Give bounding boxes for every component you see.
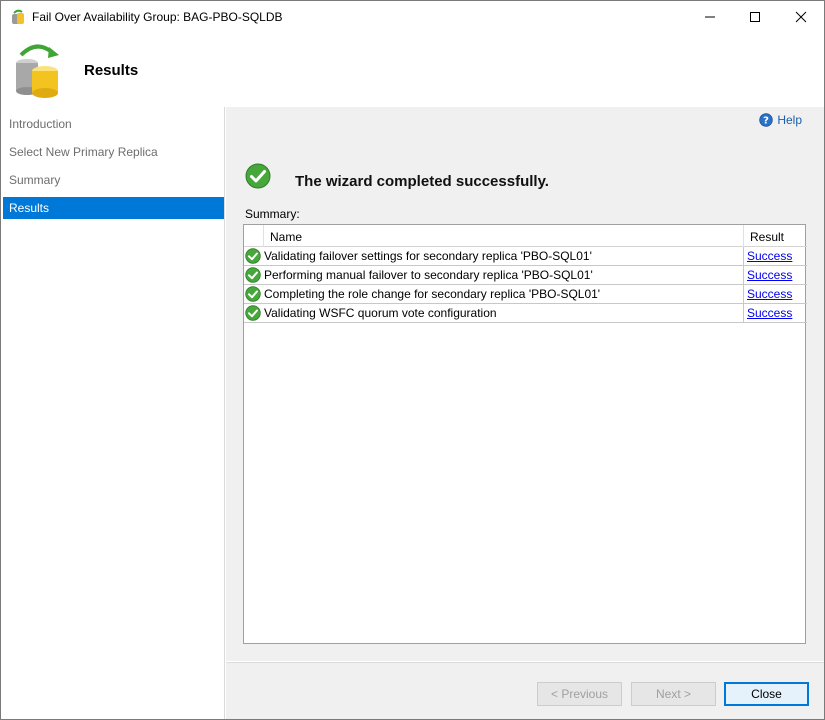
success-message: The wizard completed successfully.	[295, 173, 549, 190]
previous-button[interactable]: < Previous	[537, 682, 622, 706]
results-panel: ? Help The wizard completed successfully…	[226, 107, 824, 661]
results-table: Name Result Validating failover settings…	[243, 224, 807, 644]
help-link[interactable]: ? Help	[759, 113, 802, 127]
success-check-icon	[245, 286, 261, 302]
sidebar-item-select-new-primary-replica[interactable]: Select New Primary Replica	[3, 141, 224, 163]
success-check-icon	[245, 267, 261, 283]
minimize-icon	[705, 16, 715, 17]
table-row: Validating failover settings for seconda…	[244, 247, 807, 266]
row-name: Performing manual failover to secondary …	[264, 268, 593, 282]
sidebar-item-summary[interactable]: Summary	[3, 169, 224, 191]
column-header-result[interactable]: Result	[750, 230, 784, 244]
table-row: Validating WSFC quorum vote configuratio…	[244, 304, 807, 323]
help-label: Help	[777, 113, 802, 127]
column-divider	[743, 225, 744, 247]
close-button[interactable]: Close	[724, 682, 809, 706]
column-divider	[743, 285, 744, 304]
database-failover-icon	[16, 44, 59, 98]
row-result-link[interactable]: Success	[747, 268, 792, 282]
summary-label: Summary:	[245, 207, 300, 221]
svg-text:?: ?	[763, 116, 769, 127]
success-check-icon	[245, 305, 261, 321]
column-divider	[743, 247, 744, 266]
help-icon: ?	[759, 113, 774, 127]
close-window-button[interactable]	[778, 1, 824, 32]
status-column-header	[244, 225, 264, 247]
table-row: Completing the role change for secondary…	[244, 285, 807, 304]
maximize-icon	[750, 11, 760, 22]
column-divider	[743, 304, 744, 323]
table-row: Performing manual failover to secondary …	[244, 266, 807, 285]
row-name: Validating failover settings for seconda…	[264, 249, 592, 263]
table-header: Name Result	[244, 225, 807, 247]
row-name: Completing the role change for secondary…	[264, 287, 601, 301]
button-bar: < Previous Next > Close	[226, 662, 824, 719]
row-result-link[interactable]: Success	[747, 287, 792, 301]
row-result-link[interactable]: Success	[747, 249, 792, 263]
success-check-icon	[245, 248, 261, 264]
sidebar-item-introduction[interactable]: Introduction	[3, 113, 224, 135]
title-bar: Fail Over Availability Group: BAG-PBO-SQ…	[1, 1, 824, 32]
maximize-button[interactable]	[732, 1, 778, 32]
page-title: Results	[84, 62, 139, 79]
row-result-link[interactable]: Success	[747, 306, 792, 320]
column-header-name[interactable]: Name	[270, 230, 302, 244]
success-check-icon	[245, 163, 271, 189]
wizard-header: Results	[1, 32, 824, 106]
close-icon	[795, 11, 807, 22]
app-icon	[12, 9, 24, 24]
window-title: Fail Over Availability Group: BAG-PBO-SQ…	[32, 10, 283, 24]
row-name: Validating WSFC quorum vote configuratio…	[264, 306, 497, 320]
wizard-steps-sidebar: Introduction Select New Primary Replica …	[1, 107, 225, 719]
column-divider	[743, 266, 744, 285]
sidebar-item-results[interactable]: Results	[3, 197, 224, 219]
wizard-window: Fail Over Availability Group: BAG-PBO-SQ…	[0, 0, 825, 720]
minimize-button[interactable]	[687, 1, 733, 32]
next-button[interactable]: Next >	[631, 682, 716, 706]
